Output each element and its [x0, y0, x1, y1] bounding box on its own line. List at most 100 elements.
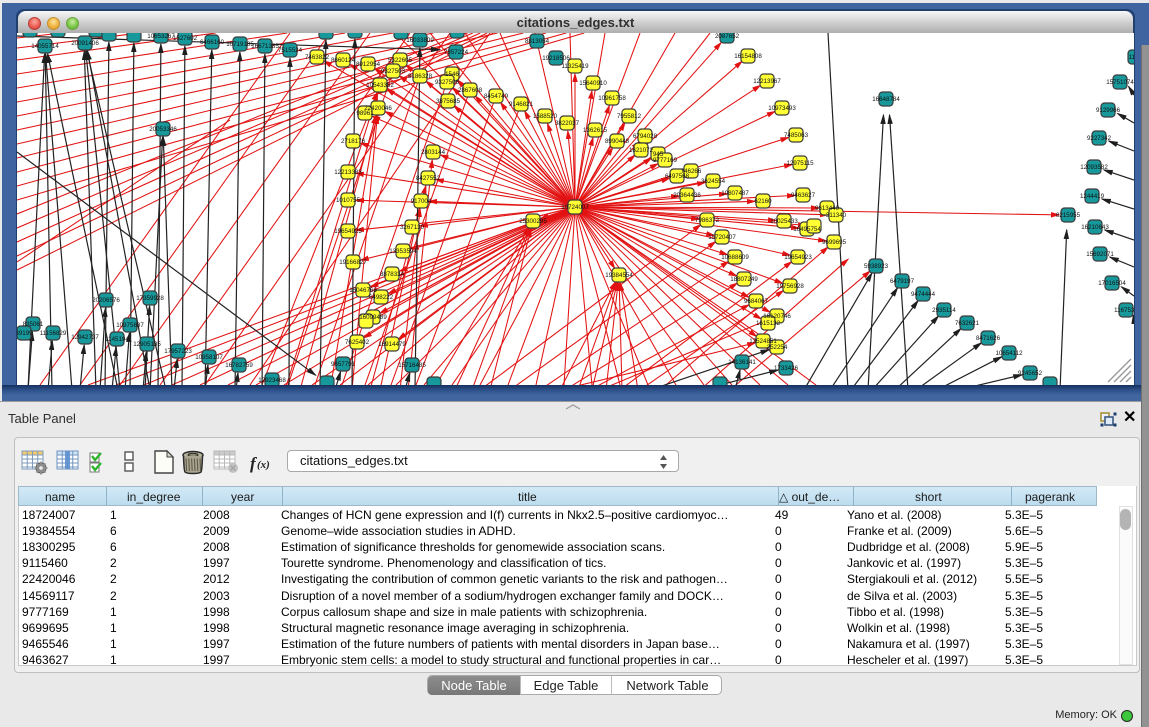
svg-text:8427552: 8427552	[416, 175, 441, 182]
svg-text:9777169: 9777169	[653, 157, 678, 164]
svg-text:1145194: 1145194	[105, 336, 129, 343]
svg-text:1244419: 1244419	[1080, 193, 1105, 200]
svg-text:19218506: 19218506	[542, 55, 570, 62]
svg-text:835061: 835061	[23, 321, 44, 328]
svg-text:2803144: 2803144	[421, 149, 446, 156]
svg-text:7625402: 7625402	[345, 339, 370, 346]
svg-text:12942737: 12942737	[71, 334, 99, 341]
svg-text:3822037: 3822037	[555, 120, 580, 127]
svg-text:7632621: 7632621	[955, 320, 980, 327]
svg-text:10973493: 10973493	[768, 105, 796, 112]
svg-text:8454749: 8454749	[484, 93, 509, 100]
svg-text:10719185: 10719185	[226, 41, 254, 48]
svg-text:9327503: 9327503	[381, 68, 406, 75]
svg-text:10975887: 10975887	[116, 322, 144, 329]
svg-text:6466160: 6466160	[200, 39, 225, 46]
svg-text:(x): (x)	[257, 459, 270, 471]
svg-text:15751074: 15751074	[1106, 79, 1134, 86]
svg-text:15640910: 15640910	[579, 80, 607, 87]
svg-text:20053346: 20053346	[149, 126, 177, 133]
svg-text:20364436: 20364436	[673, 192, 701, 199]
svg-text:10543382: 10543382	[366, 82, 394, 89]
svg-text:6794028: 6794028	[633, 133, 658, 140]
svg-text:9463627: 9463627	[791, 192, 816, 199]
svg-text:7463822: 7463822	[305, 54, 330, 61]
svg-text:9327508: 9327508	[435, 79, 460, 86]
svg-text:25300295: 25300295	[519, 218, 547, 225]
svg-text:6479197: 6479197	[890, 278, 915, 285]
svg-text:16154808: 16154808	[734, 53, 762, 60]
svg-text:16210643: 16210643	[1081, 224, 1109, 231]
svg-text:98961: 98961	[356, 110, 374, 117]
svg-text:12213967: 12213967	[753, 78, 781, 85]
svg-text:9657791: 9657791	[331, 361, 356, 368]
svg-text:6498222: 6498222	[369, 294, 394, 301]
svg-text:8912954: 8912954	[356, 61, 381, 68]
svg-text:2935114: 2935114	[932, 307, 956, 314]
svg-text:9129966: 9129966	[1096, 107, 1121, 114]
svg-text:16495754: 16495754	[793, 226, 821, 233]
svg-text:1527602: 1527602	[173, 35, 198, 42]
svg-text:311340: 311340	[826, 212, 847, 219]
svg-text:18807249: 18807249	[730, 276, 758, 283]
svg-text:19756928: 19756928	[776, 283, 804, 290]
svg-text:15720407: 15720407	[708, 234, 736, 241]
svg-text:7857224: 7857224	[444, 49, 469, 56]
svg-text:10807487: 10807487	[721, 190, 749, 197]
svg-text:7955812: 7955812	[617, 113, 642, 120]
svg-text:16782759: 16782759	[225, 362, 253, 369]
svg-text:8660124: 8660124	[331, 57, 356, 64]
svg-text:12975115: 12975115	[786, 160, 814, 167]
svg-text:10961758: 10961758	[598, 95, 626, 102]
svg-text:9474444: 9474444	[911, 291, 936, 298]
svg-text:1588520: 1588520	[533, 113, 558, 120]
svg-text:12923468: 12923468	[258, 377, 286, 384]
svg-text:1117: 1117	[1129, 54, 1134, 61]
svg-text:17016504: 17016504	[1098, 280, 1126, 287]
svg-text:8813054: 8813054	[525, 38, 550, 45]
svg-text:9613440: 9613440	[815, 205, 840, 212]
svg-text:3267130: 3267130	[400, 224, 425, 231]
svg-text:1167530: 1167530	[1114, 307, 1134, 314]
svg-text:9699695: 9699695	[822, 239, 847, 246]
svg-text:20206576: 20206576	[92, 297, 120, 304]
svg-text:12213383: 12213383	[334, 169, 362, 176]
svg-text:9245652: 9245652	[1018, 370, 1043, 377]
svg-text:15716485: 15716485	[398, 362, 426, 369]
svg-text:17957223: 17957223	[164, 348, 192, 355]
svg-text:9684067: 9684067	[744, 298, 769, 305]
svg-text:2718176: 2718176	[341, 138, 366, 145]
svg-text:19654923: 19654923	[784, 254, 812, 261]
svg-text:7986372: 7986372	[695, 217, 720, 224]
svg-text:16120746: 16120746	[763, 313, 791, 320]
svg-text:5322605: 5322605	[388, 57, 413, 64]
svg-text:9146821: 9146821	[509, 101, 534, 108]
svg-text:8990448: 8990448	[605, 138, 630, 145]
svg-text:252254: 252254	[767, 344, 788, 351]
svg-text:12905135: 12905135	[133, 341, 161, 348]
svg-text:5938923: 5938923	[864, 263, 889, 270]
svg-text:1546: 1546	[445, 71, 459, 78]
svg-text:1362615: 1362615	[583, 127, 608, 134]
svg-text:8186328: 8186328	[408, 73, 433, 80]
svg-text:10025433: 10025433	[770, 218, 798, 225]
svg-text:8471626: 8471626	[976, 335, 1001, 342]
svg-text:18724007: 18724007	[561, 204, 589, 211]
svg-text:16033809: 16033809	[406, 37, 434, 44]
svg-text:16046766: 16046766	[349, 287, 377, 294]
svg-text:14055714: 14055714	[31, 43, 59, 50]
svg-text:2867608: 2867608	[458, 87, 483, 94]
svg-text:11156829: 11156829	[40, 330, 67, 337]
svg-text:39199: 39199	[17, 330, 33, 337]
svg-text:2087652: 2087652	[715, 33, 740, 40]
svg-text:16914479: 16914479	[378, 341, 406, 348]
svg-text:17359928: 17359928	[136, 295, 164, 302]
svg-text:1010755: 1010755	[336, 197, 361, 204]
svg-text:14136141: 14136141	[728, 359, 756, 366]
svg-text:7485063: 7485063	[784, 132, 809, 139]
svg-text:62160: 62160	[754, 198, 772, 205]
svg-text:10688609: 10688609	[721, 254, 749, 261]
svg-text:3624554: 3624554	[701, 178, 726, 185]
svg-text:19166827: 19166827	[339, 259, 367, 266]
svg-text:10654112: 10654112	[995, 350, 1023, 357]
